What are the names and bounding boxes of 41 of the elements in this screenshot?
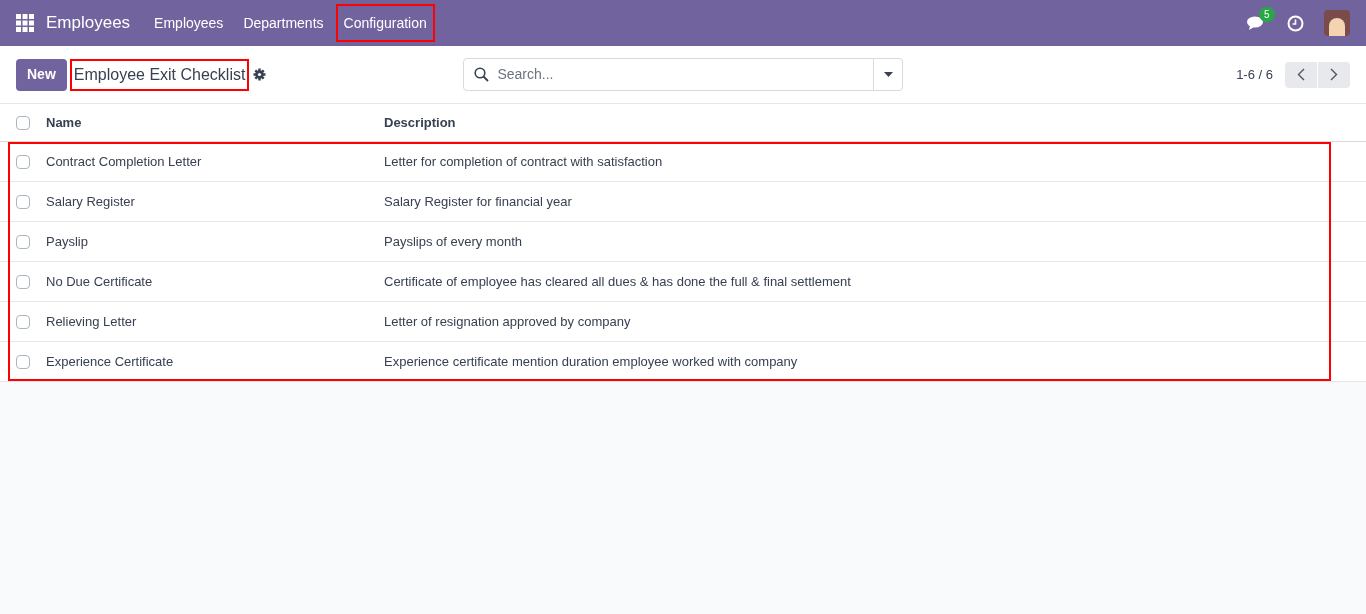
- row-checkbox[interactable]: [16, 194, 30, 209]
- page-title: Employee Exit Checklist: [69, 58, 250, 91]
- name-cell-text: Salary Register: [46, 192, 136, 211]
- menu-item[interactable]: Departments: [235, 4, 332, 42]
- menu-item[interactable]: Configuration: [335, 4, 435, 42]
- search-bar[interactable]: Search...: [463, 58, 904, 91]
- name-cell-text: Payslip: [46, 232, 89, 251]
- description-cell-text: Certificate of employee has cleared all dues & has done the full & final settlement: [384, 272, 851, 291]
- column-header[interactable]: Description: [384, 112, 456, 133]
- row-checkbox[interactable]: [16, 234, 30, 249]
- name-cell-text: Relieving Letter: [46, 312, 138, 331]
- description-cell-text: Payslips of every month: [384, 232, 522, 251]
- next-button[interactable]: [1318, 61, 1350, 88]
- caret-icon[interactable]: [883, 72, 893, 77]
- row-checkbox[interactable]: [16, 274, 30, 289]
- apps-grid-icon[interactable]: [16, 14, 34, 32]
- search-icon: [474, 67, 490, 82]
- previous-button[interactable]: [1285, 61, 1317, 88]
- chevron-right-icon: [1330, 68, 1338, 81]
- menu-item[interactable]: Employees: [146, 4, 232, 42]
- row-checkbox[interactable]: [16, 354, 30, 369]
- row-checkbox[interactable]: [16, 314, 30, 329]
- name-cell-text: Contract Completion Letter: [46, 152, 203, 171]
- app-title[interactable]: Employees: [46, 10, 131, 36]
- description-cell-text: Experience certificate mention duration employee worked with company: [384, 352, 798, 371]
- user-avatar[interactable]: [1324, 10, 1350, 36]
- name-cell-text: Experience Certificate: [46, 352, 175, 371]
- description-cell-text: Letter for completion of contract with satisfaction: [384, 152, 663, 171]
- unread-count: 5: [1259, 7, 1275, 22]
- search-field[interactable]: Search...: [497, 64, 874, 85]
- new-button[interactable]: New: [16, 58, 67, 91]
- settings-icon[interactable]: [253, 68, 267, 81]
- name-cell-text: No Due Certificate: [46, 272, 154, 291]
- select-all-checkbox[interactable]: [16, 115, 30, 130]
- clock-icon[interactable]: [1287, 14, 1304, 32]
- description-cell-text: Letter of resignation approved by company: [384, 312, 631, 331]
- chevron-left-icon: [1297, 68, 1305, 81]
- description-cell-text: Salary Register for financial year: [384, 192, 572, 211]
- row-checkbox[interactable]: [16, 154, 30, 169]
- column-header[interactable]: Name: [46, 112, 384, 133]
- pager-value: 1-6 / 6: [1236, 65, 1273, 84]
